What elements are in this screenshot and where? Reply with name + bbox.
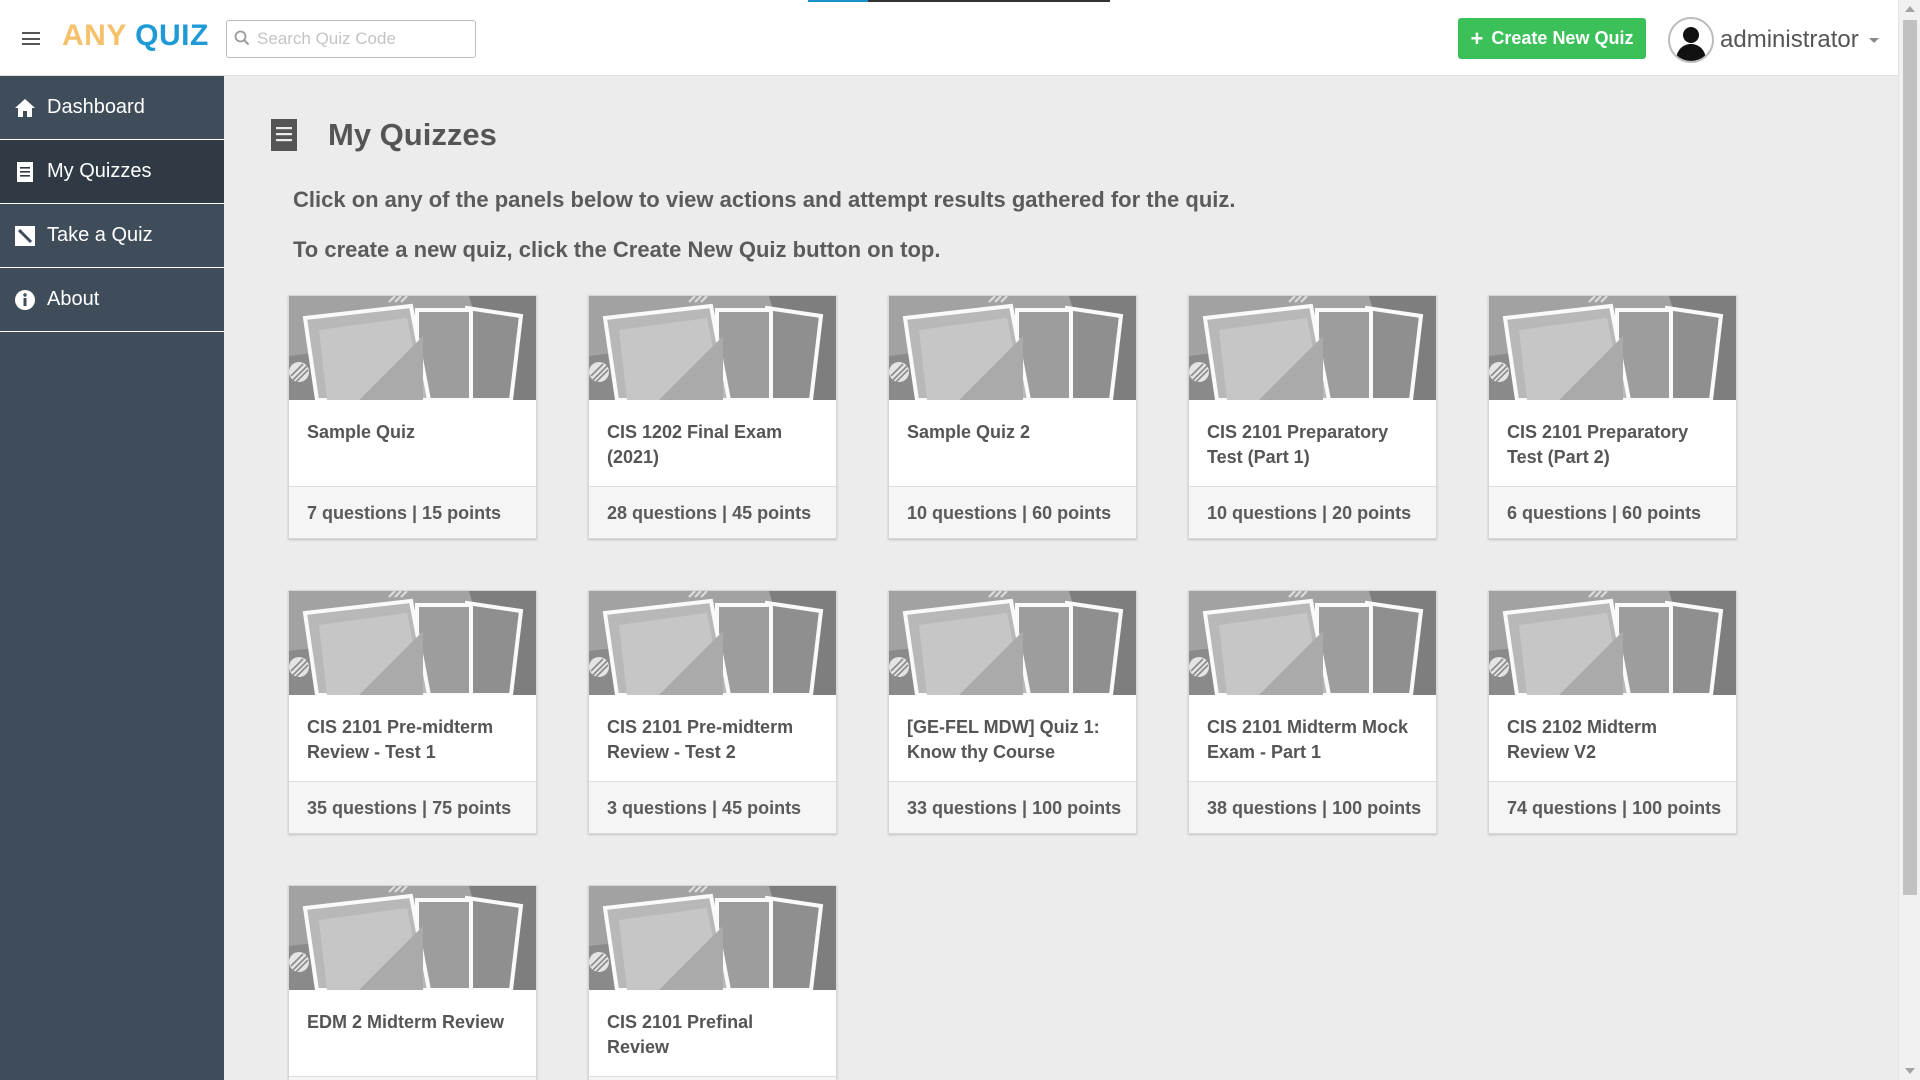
quiz-card[interactable]: CIS 2101 Preparatory Test (Part 2) 6 ques… xyxy=(1488,295,1737,539)
sidebar-item-label: My Quizzes xyxy=(47,160,152,182)
quiz-card-image xyxy=(289,886,536,990)
sidebar-item-take-a-quiz[interactable]: Take a Quiz xyxy=(0,204,224,268)
search-input[interactable] xyxy=(257,21,471,57)
quiz-title: CIS 2101 Prefinal Review xyxy=(607,1012,754,1057)
scrollbar-thumb[interactable] xyxy=(1903,20,1917,895)
quiz-title: CIS 2101 Preparatory Test (Part 2) xyxy=(1507,422,1689,467)
quiz-card[interactable]: [GE-FEL MDW] Quiz 1: Know thy Course 33 q… xyxy=(888,590,1137,834)
sidebar-item-label: About xyxy=(47,288,100,310)
quiz-card-image xyxy=(589,886,836,990)
quiz-title: CIS 2101 Midterm Mock Exam - Part 1 xyxy=(1207,717,1409,762)
quiz-title: CIS 2101 Pre-midterm Review - Test 1 xyxy=(307,717,494,762)
quiz-card[interactable]: Sample Quiz 7 questions | 15 points xyxy=(288,295,537,539)
quiz-thumbnail-image xyxy=(1189,591,1436,695)
quiz-card-image xyxy=(589,591,836,695)
page-loading-bar xyxy=(808,0,1110,2)
quiz-meta: 3 questions | 45 points xyxy=(589,781,836,833)
quiz-title: Sample Quiz xyxy=(307,422,416,442)
quiz-meta: 10 questions | 20 points xyxy=(1189,486,1436,538)
quiz-thumbnail-image xyxy=(889,591,1136,695)
quiz-card[interactable]: CIS 2101 Preparatory Test (Part 1) 10 que… xyxy=(1188,295,1437,539)
top-navbar: ANY QUIZ + Create New Quiz administrator xyxy=(0,0,1898,76)
quiz-card[interactable]: CIS 2101 Midterm Mock Exam - Part 1 38 qu… xyxy=(1188,590,1437,834)
sidebar-item-label: Dashboard xyxy=(47,96,145,118)
quiz-thumbnail-image xyxy=(289,886,536,990)
plus-icon: + xyxy=(1470,25,1484,51)
quiz-thumbnail-image xyxy=(889,296,1136,400)
sidebar-item-label: Take a Quiz xyxy=(47,224,153,246)
quiz-thumbnail-image xyxy=(289,296,536,400)
quiz-meta: 6 questions | 60 points xyxy=(1489,486,1736,538)
quiz-card-image xyxy=(1189,296,1436,400)
quiz-meta xyxy=(589,1076,836,1080)
quiz-card-image xyxy=(889,591,1136,695)
quiz-title: [GE-FEL MDW] Quiz 1: Know thy Course xyxy=(907,717,1100,762)
quiz-thumbnail-image xyxy=(589,886,836,990)
quiz-card[interactable]: CIS 2101 Pre-midterm Review - Test 1 35 q… xyxy=(288,590,537,834)
create-new-quiz-button[interactable]: + Create New Quiz xyxy=(1458,18,1646,59)
quiz-card[interactable]: Sample Quiz 2 10 questions | 60 points xyxy=(888,295,1137,539)
quiz-thumbnail-image xyxy=(289,591,536,695)
home-icon xyxy=(14,97,36,119)
quiz-meta xyxy=(289,1076,536,1080)
quiz-meta: 38 questions | 100 points xyxy=(1189,781,1436,833)
chevron-down-icon xyxy=(1868,37,1879,43)
quiz-title: CIS 2101 Pre-midterm Review - Test 2 xyxy=(607,717,794,762)
sidebar-item-dashboard[interactable]: Dashboard xyxy=(0,76,224,140)
page-title: My Quizzes xyxy=(328,117,497,152)
quiz-card[interactable]: CIS 2102 Midterm Review V2 74 questions |… xyxy=(1488,590,1737,834)
search-icon xyxy=(234,30,250,46)
quiz-card[interactable]: EDM 2 Midterm Review xyxy=(288,885,537,1080)
quiz-meta: 33 questions | 100 points xyxy=(889,781,1136,833)
app-logo[interactable]: ANY QUIZ xyxy=(62,19,209,53)
quiz-meta: 7 questions | 15 points xyxy=(289,486,536,538)
quiz-title: CIS 1202 Final Exam (2021) xyxy=(607,422,783,467)
quiz-card-image xyxy=(1489,296,1736,400)
quiz-meta: 10 questions | 60 points xyxy=(889,486,1136,538)
quiz-card[interactable]: CIS 2101 Prefinal Review xyxy=(588,885,837,1080)
quiz-title: CIS 2102 Midterm Review V2 xyxy=(1507,717,1658,762)
quiz-meta: 35 questions | 75 points xyxy=(289,781,536,833)
quiz-thumbnail-image xyxy=(1489,591,1736,695)
user-menu[interactable]: administrator xyxy=(1668,17,1879,63)
avatar xyxy=(1668,17,1714,63)
quiz-thumbnail-image xyxy=(589,591,836,695)
quiz-title: CIS 2101 Preparatory Test (Part 1) xyxy=(1207,422,1389,467)
intro-text: Click on any of the panels below to view… xyxy=(293,187,1236,212)
document-icon xyxy=(14,161,36,183)
sidebar-item-my-quizzes[interactable]: My Quizzes xyxy=(0,140,224,204)
menu-toggle-icon[interactable] xyxy=(22,32,40,45)
quiz-meta: 28 questions | 45 points xyxy=(589,486,836,538)
intro-text: To create a new quiz, click the Create N… xyxy=(293,237,941,262)
quiz-thumbnail-image xyxy=(589,296,836,400)
sidebar-item-about[interactable]: About xyxy=(0,268,224,332)
scroll-down-arrow-icon[interactable] xyxy=(1905,1068,1915,1074)
quiz-thumbnail-image xyxy=(1489,296,1736,400)
sidebar: Dashboard My Quizzes Take a Quiz About xyxy=(0,76,224,1080)
quiz-card[interactable]: CIS 2101 Pre-midterm Review - Test 2 3 qu… xyxy=(588,590,837,834)
quiz-card-image xyxy=(289,591,536,695)
page-scrollbar[interactable] xyxy=(1898,0,1920,1080)
quiz-card-image xyxy=(1489,591,1736,695)
quiz-thumbnail-image xyxy=(1189,296,1436,400)
quiz-card-image xyxy=(889,296,1136,400)
quiz-title: Sample Quiz 2 xyxy=(907,422,1031,442)
info-icon xyxy=(14,289,36,311)
quiz-card-image xyxy=(1189,591,1436,695)
username-label: administrator xyxy=(1720,26,1859,53)
scroll-up-arrow-icon[interactable] xyxy=(1905,6,1915,12)
quiz-title: EDM 2 Midterm Review xyxy=(307,1012,505,1032)
page-header: My Quizzes xyxy=(270,117,497,153)
quiz-card-image xyxy=(289,296,536,400)
quiz-code-search xyxy=(226,20,476,58)
quiz-card-image xyxy=(589,296,836,400)
pencil-icon xyxy=(14,225,36,247)
quiz-card[interactable]: CIS 1202 Final Exam (2021) 28 questions |… xyxy=(588,295,837,539)
document-icon xyxy=(271,119,297,151)
quiz-meta: 74 questions | 100 points xyxy=(1489,781,1736,833)
